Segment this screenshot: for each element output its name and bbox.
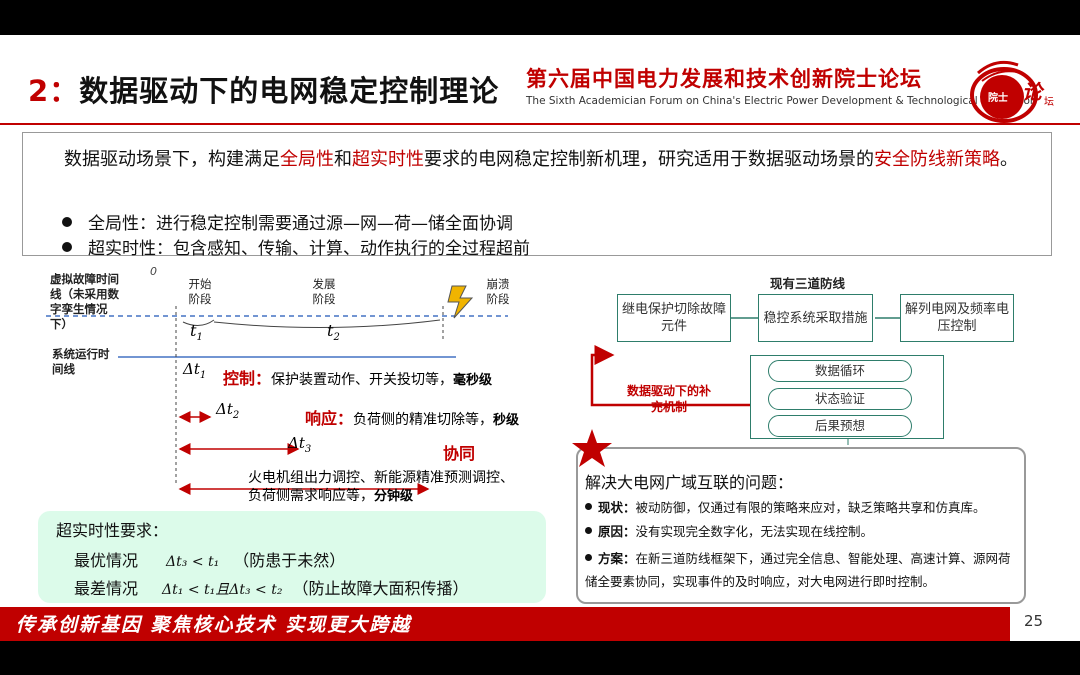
bullet-dot (585, 554, 592, 561)
intro-highlight-strategy: 安全防线新策略 (874, 149, 1000, 170)
control-line: 控制：保护装置动作、开关投切等，毫秒级 (223, 365, 492, 389)
coordination-desc: 火电机组出力调控、新能源精准预测调控、 负荷侧需求响应等，分钟级 (248, 469, 514, 506)
dt2-symbol: Δt (216, 400, 233, 418)
t1-sub: 1 (196, 332, 203, 344)
stage-develop: 发展阶段 (312, 277, 336, 306)
coordination-level: 分钟级 (374, 489, 414, 504)
response-level: 秒级 (493, 413, 520, 428)
best-formula: Δt₃ < t₁ (166, 554, 220, 570)
item-label: 现状： (598, 500, 636, 515)
dt1-label: Δt1 (183, 360, 206, 381)
best-note: （防患于未然） (233, 551, 346, 570)
header-divider (0, 123, 1080, 125)
t1-label: t1 (190, 321, 203, 343)
response-text: 负荷侧的精准切除等， (353, 412, 494, 428)
coordination-desc-1: 火电机组出力调控、新能源精准预测调控、 (248, 470, 514, 486)
item-text: 没有实现完全数字化，无法实现在线控制。 (635, 524, 874, 539)
forum-title-cn: 第六届中国电力发展和技术创新院士论坛 (526, 67, 922, 91)
control-label: 控制： (223, 369, 272, 388)
svg-text:院士: 院士 (988, 91, 1008, 104)
intro-bullet-1: 全局性：进行稳定控制需要通过源—网—荷—储全面协调 (62, 209, 513, 234)
intro-highlight-realtime: 超实时性 (352, 149, 424, 170)
response-line: 响应：负荷侧的精准切除等，秒级 (305, 405, 519, 429)
system-timeline-label: 系统运行时间线 (52, 347, 110, 376)
defense-box-2: 稳控系统采取措施 (758, 294, 873, 342)
solution-item-2: 原因：没有实现完全数字化，无法实现在线控制。 (585, 523, 1021, 541)
intro-bullet-2: 超实时性：包含感知、传输、计算、动作执行的全过程超前 (62, 234, 530, 259)
dt1-symbol: Δt (183, 360, 200, 378)
virtual-timeline-label: 虚拟故障时间线（未采用数字孪生情况下） (50, 272, 119, 331)
defense-box-3: 解列电网及频率电压控制 (900, 294, 1014, 342)
intro-text-1: 数据驱动场景下，构建满足 (64, 149, 280, 170)
svg-text:坛: 坛 (1044, 96, 1054, 108)
coordination-desc-2: 负荷侧需求响应等， (248, 488, 374, 504)
bullet-dot (62, 217, 72, 227)
coordination-label: 协同 (443, 444, 476, 463)
bullet-dot (585, 527, 592, 534)
pill-state-verify: 状态验证 (768, 388, 912, 410)
intro-text-4: 。 (1000, 149, 1018, 170)
dt2-label: Δt2 (216, 400, 239, 421)
bullet-text: 全局性：进行稳定控制需要通过源—网—荷—储全面协调 (88, 214, 513, 234)
item-label: 原因： (598, 524, 636, 539)
worst-note: （防止故障大面积传播） (292, 579, 469, 598)
solution-title: 解决大电网广域互联的问题： (585, 473, 794, 492)
dt2-sub: 2 (232, 410, 240, 421)
solution-item-3: 方案：在新三道防线框架下，通过完全信息、智能处理、高速计算、源网荷储全要素协同，… (585, 547, 1021, 593)
intro-text-3: 要求的电网稳定控制新机理，研究适用于数据驱动场景的 (424, 149, 874, 170)
dt3-symbol: Δt (288, 434, 305, 452)
t2-sub: 2 (333, 332, 340, 344)
origin-label: 0 (150, 265, 157, 278)
intro-paragraph: 数据驱动场景下，构建满足全局性和超实时性要求的电网稳定控制新机理，研究适用于数据… (28, 145, 1043, 174)
intro-text-2: 和 (334, 149, 352, 170)
worst-case: 最差情况 Δt₁ < t₁且Δt₃ < t₂ （防止故障大面积传播） (74, 575, 468, 599)
best-case: 最优情况 Δt₃ < t₁ （防患于未然） (74, 547, 345, 571)
data-driven-label: 数据驱动下的补充机制 (626, 384, 711, 414)
t2-label: t2 (327, 321, 340, 343)
star-icon (572, 429, 612, 467)
requirements-title: 超实时性要求： (56, 521, 169, 540)
dt1-sub: 1 (199, 370, 207, 381)
worst-formula: Δt₁ < t₁且Δt₃ < t₂ (162, 582, 283, 598)
title-text: 数据驱动下的电网稳定控制理论 (79, 74, 500, 108)
response-label: 响应： (305, 409, 354, 428)
worst-label: 最差情况 (74, 579, 139, 598)
solution-item-1: 现状：被动防御，仅通过有限的策略来应对，缺乏策略共享和仿真库。 (585, 499, 1021, 517)
page-title: 2：数据驱动下的电网稳定控制理论 (28, 68, 499, 110)
item-label: 方案： (598, 551, 636, 566)
intro-highlight-global: 全局性 (280, 149, 334, 170)
footer-slogan: 传承创新基因 聚焦核心技术 实现更大跨越 (16, 614, 412, 636)
defense-box-1: 继电保护切除故障元件 (617, 294, 731, 342)
bullet-dot (62, 242, 72, 252)
pill-consequence-forecast: 后果预想 (768, 415, 912, 437)
control-level: 毫秒级 (453, 373, 493, 388)
lightning-icon (447, 285, 474, 319)
title-number: 2： (28, 74, 80, 108)
page-number: 25 (1024, 612, 1044, 630)
dt3-label: Δt3 (288, 434, 311, 455)
bullet-text: 超实时性：包含感知、传输、计算、动作执行的全过程超前 (88, 239, 530, 259)
best-label: 最优情况 (74, 551, 139, 570)
control-text: 保护装置动作、开关投切等， (271, 372, 454, 388)
stage-start: 开始阶段 (188, 277, 212, 306)
slide: 2：数据驱动下的电网稳定控制理论 第六届中国电力发展和技术创新院士论坛 The … (0, 35, 1080, 641)
pill-data-cycle: 数据循环 (768, 360, 912, 382)
item-text: 在新三道防线框架下，通过完全信息、智能处理、高速计算、源网荷储全要素协同，实现事… (585, 551, 1011, 589)
item-text: 被动防御，仅通过有限的策略来应对，缺乏策略共享和仿真库。 (635, 500, 986, 515)
stage-collapse: 崩溃阶段 (486, 277, 510, 306)
bullet-dot (585, 503, 592, 510)
forum-title-en: The Sixth Academician Forum on China's E… (526, 95, 1037, 107)
forum-logo: 院士 论 坛 (970, 60, 1054, 123)
dt3-sub: 3 (304, 444, 312, 455)
svg-text:论: 论 (1022, 80, 1045, 104)
